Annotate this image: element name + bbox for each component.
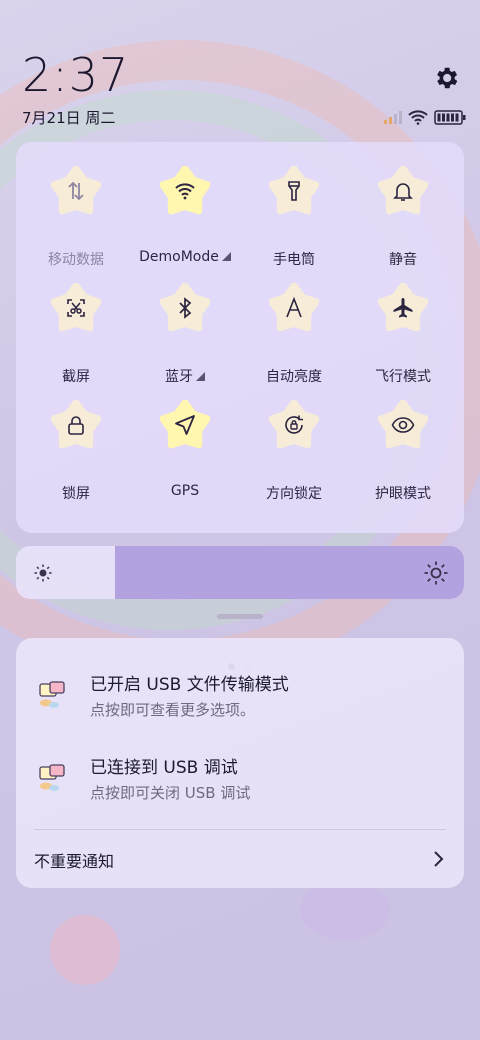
sun-large-icon — [424, 561, 448, 585]
eye-icon — [391, 417, 415, 433]
airplane-icon — [393, 298, 413, 318]
planet-decoration — [300, 880, 390, 940]
tile-flashlight[interactable]: 手电筒 — [238, 152, 350, 270]
tile-label: 截屏 — [20, 366, 132, 386]
minor-notifications-row[interactable]: 不重要通知 — [34, 848, 446, 872]
tile-label-text: 护眼模式 — [375, 486, 431, 502]
tile-airplane[interactable]: 飞行模式 — [347, 269, 459, 387]
tile-label-text: 蓝牙 — [165, 369, 193, 385]
bluetooth-icon — [179, 297, 192, 319]
tile-label: 移动数据 — [20, 249, 132, 269]
tile-label-text: 飞行模式 — [375, 369, 431, 385]
screenshot-icon — [67, 299, 85, 317]
flashlight-icon — [288, 181, 300, 201]
notification-subtitle: 点按即可关闭 USB 调试 — [90, 784, 251, 802]
divider — [34, 829, 446, 830]
status-icons — [384, 108, 466, 126]
tile-mobile-data[interactable]: 移动数据 — [20, 152, 132, 270]
tile-label: DemoMode — [129, 249, 241, 265]
notification-usb-debug[interactable]: 已连接到 USB 调试 点按即可关闭 USB 调试 — [16, 751, 464, 821]
wifi-icon — [408, 109, 428, 125]
tile-label: 静音 — [347, 249, 459, 269]
tile-bell[interactable]: 静音 — [347, 152, 459, 270]
rotation-lock-icon — [285, 415, 303, 434]
notification-usb-transfer[interactable]: 已开启 USB 文件传输模式 点按即可查看更多选项。 — [16, 668, 464, 738]
battery-icon — [434, 109, 466, 125]
caret-icon[interactable] — [196, 372, 205, 381]
cell-signal-icon — [384, 111, 402, 124]
tile-label-text: 移动数据 — [48, 252, 104, 268]
tile-label: 自动亮度 — [238, 366, 350, 386]
planet-decoration — [50, 915, 120, 985]
tile-label: 飞行模式 — [347, 366, 459, 386]
tile-label: 手电筒 — [238, 249, 350, 269]
notification-title: 已连接到 USB 调试 — [90, 758, 238, 778]
minor-notifications-label: 不重要通知 — [34, 852, 115, 871]
date: 7月21日 周二 — [22, 109, 116, 127]
tile-wifi[interactable]: DemoMode — [129, 152, 241, 270]
tile-lock[interactable]: 锁屏 — [20, 386, 132, 504]
quick-settings-panel: 移动数据 DemoMode 手电筒 静音截屏 蓝牙 自动亮度 飞行模式锁屏 GPS 方向锁定 护眼… — [16, 142, 464, 670]
wifi-icon — [175, 183, 195, 200]
mobile-data-icon — [68, 181, 84, 201]
tile-label-text: DemoMode — [139, 249, 219, 265]
status-header: 2:37 7月21日 周二 — [0, 0, 480, 140]
notification-title: 已开启 USB 文件传输模式 — [90, 675, 289, 695]
tile-label-text: 自动亮度 — [266, 369, 322, 385]
tile-rotation-lock[interactable]: 方向锁定 — [238, 386, 350, 504]
notification-subtitle: 点按即可查看更多选项。 — [90, 701, 256, 719]
tile-label: 锁屏 — [20, 483, 132, 503]
location-arrow-icon — [175, 415, 195, 435]
tile-screenshot[interactable]: 截屏 — [20, 269, 132, 387]
tile-location-arrow[interactable]: GPS — [129, 386, 241, 504]
chevron-right-icon — [434, 851, 444, 867]
clock: 2:37 — [22, 48, 130, 102]
tile-auto-brightness[interactable]: 自动亮度 — [238, 269, 350, 387]
auto-brightness-icon — [286, 296, 302, 318]
sun-small-icon — [34, 564, 52, 582]
tile-label: 蓝牙 — [129, 366, 241, 386]
notification-panel: 已开启 USB 文件传输模式 点按即可查看更多选项。 已连接到 USB 调试 点… — [16, 638, 464, 888]
usb-chat-icon — [39, 681, 65, 708]
gear-icon[interactable] — [432, 64, 460, 92]
lock-icon — [68, 416, 84, 435]
drag-handle[interactable] — [217, 614, 263, 619]
caret-icon[interactable] — [221, 252, 231, 261]
tile-label: 方向锁定 — [238, 483, 350, 503]
usb-chat-icon — [39, 764, 65, 791]
tile-eye[interactable]: 护眼模式 — [347, 386, 459, 504]
brightness-fill — [114, 546, 464, 599]
tile-bluetooth[interactable]: 蓝牙 — [129, 269, 241, 387]
bell-icon — [393, 183, 413, 201]
tile-label: 护眼模式 — [347, 483, 459, 503]
tile-label-text: 锁屏 — [62, 486, 90, 502]
tile-label-text: GPS — [170, 483, 200, 499]
tile-label-text: 手电筒 — [273, 252, 315, 268]
tile-label: GPS — [129, 483, 241, 499]
tile-label-text: 静音 — [389, 252, 417, 268]
tile-label-text: 方向锁定 — [266, 486, 322, 502]
tile-label-text: 截屏 — [62, 369, 90, 385]
brightness-slider[interactable] — [16, 546, 464, 599]
